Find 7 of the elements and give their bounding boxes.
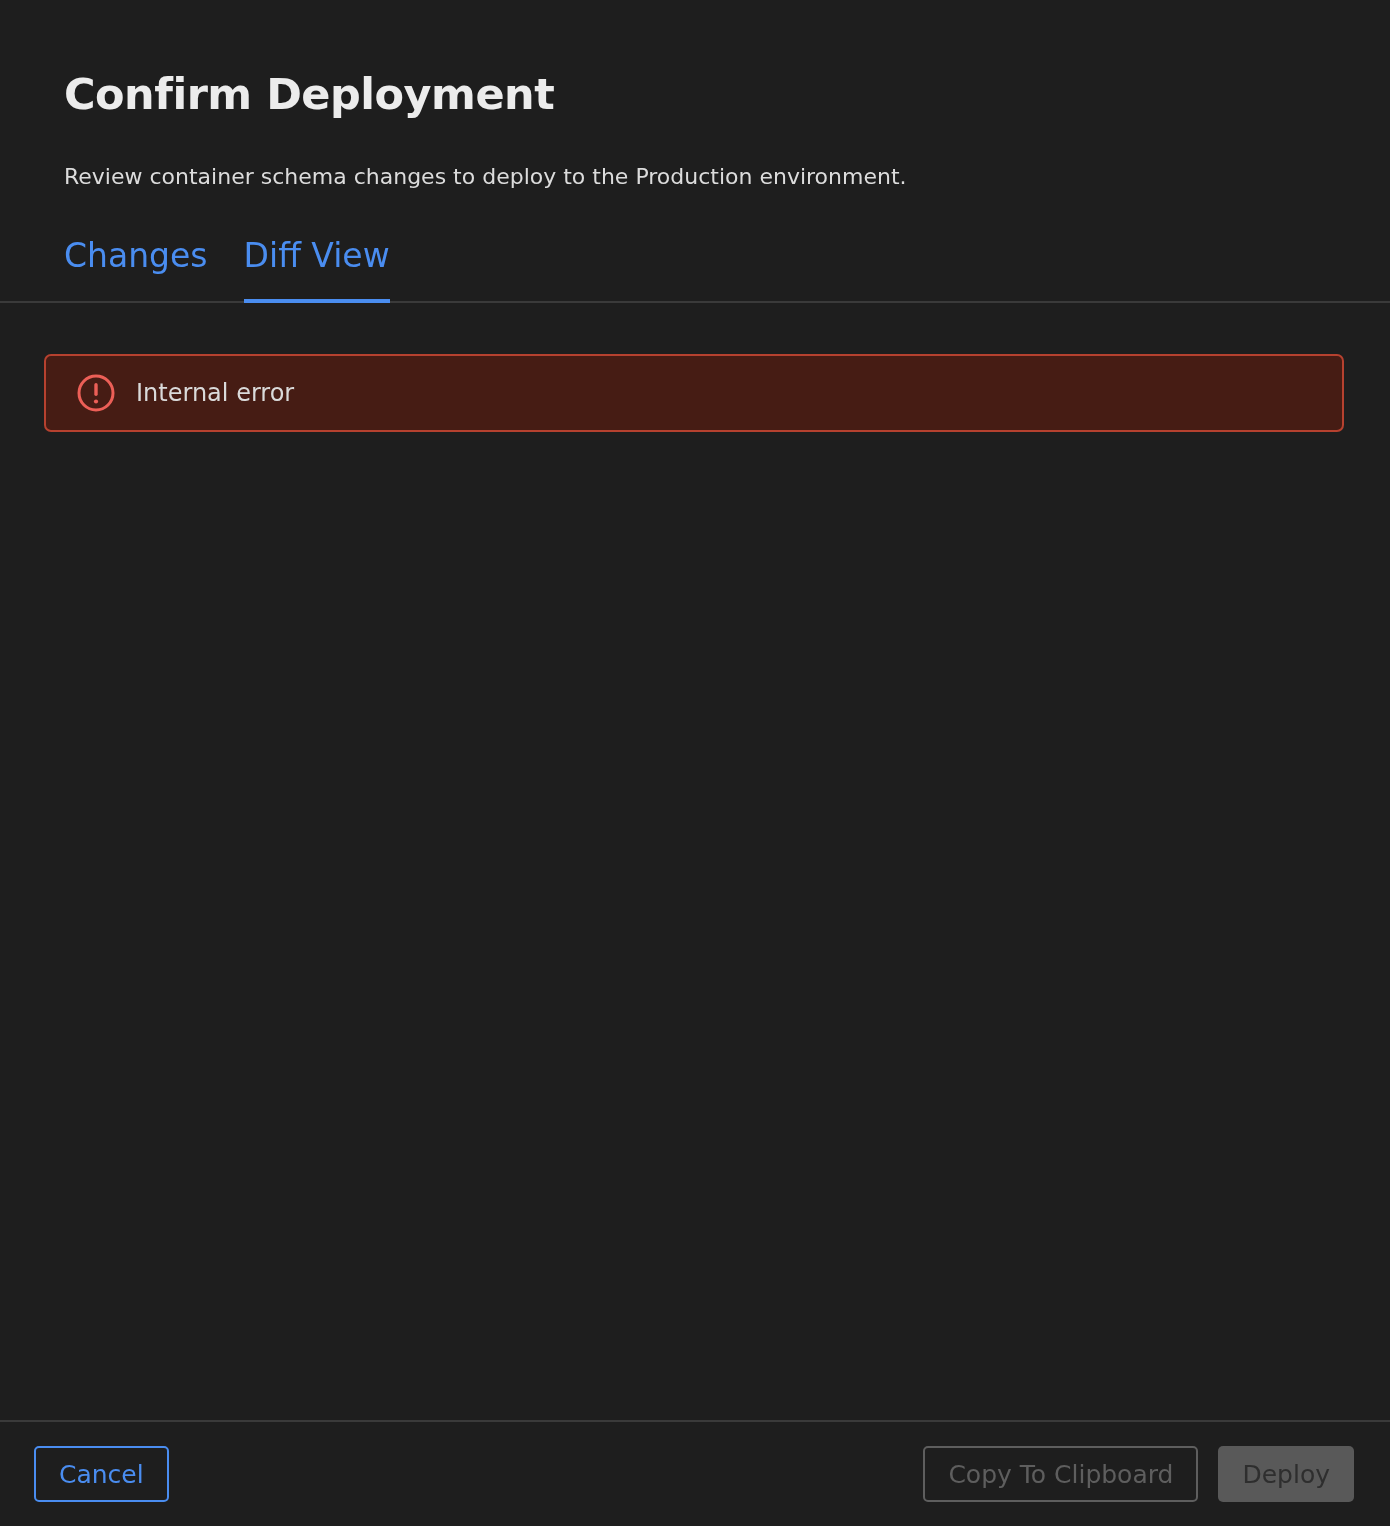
tab[interactable]: Changes	[64, 236, 208, 303]
dialog-subtitle: Review container schema changes to deploy to the Production environment.	[64, 163, 908, 191]
error-message: Internal error	[136, 379, 295, 407]
tab[interactable]: Diff View	[243, 236, 390, 303]
error-icon	[76, 373, 116, 413]
cancel-button[interactable]: Cancel	[34, 1446, 169, 1502]
dialog-title: Confirm Deployment	[64, 68, 556, 121]
